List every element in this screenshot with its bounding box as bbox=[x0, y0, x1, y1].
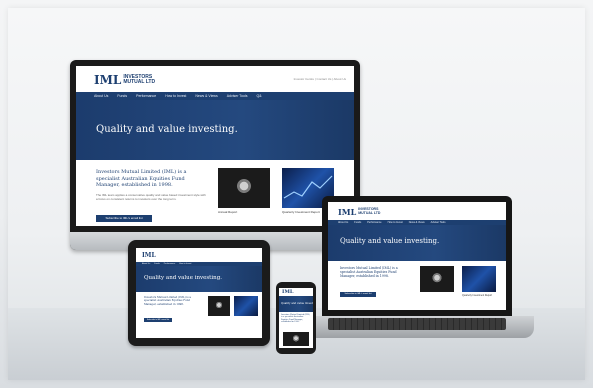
lion-image[interactable] bbox=[218, 168, 270, 208]
tablet-chart-image[interactable] bbox=[234, 296, 258, 316]
desktop-screen: IML INVESTORS MUTUAL LTD Investor Centre… bbox=[76, 66, 354, 226]
tablet-site-header: IML bbox=[136, 248, 262, 262]
laptop-screen: IML INVESTORS MUTUAL LTD About Us Funds … bbox=[328, 202, 506, 310]
laptop-logo[interactable]: IML INVESTORS MUTUAL LTD bbox=[338, 207, 380, 217]
laptop-chart-image[interactable] bbox=[462, 266, 496, 292]
site-logo[interactable]: IML INVESTORS MUTUAL LTD bbox=[94, 73, 155, 87]
tablet-screen: IML About Us Funds Performance How to In… bbox=[136, 248, 262, 338]
phone-site-header: IML bbox=[279, 288, 313, 296]
laptop-keyboard bbox=[328, 318, 506, 330]
tablet-hero: Quality and value investing. bbox=[136, 266, 262, 292]
phone-hero: Quality and value investing. bbox=[279, 296, 313, 312]
logo-mark: IML bbox=[94, 73, 122, 87]
phone: IML Quality and value investing. Investo… bbox=[276, 282, 316, 354]
tablet-logo[interactable]: IML bbox=[142, 252, 156, 259]
nav-item-performance[interactable]: Performance bbox=[136, 94, 156, 98]
laptop-subscribe-button[interactable]: Subscribe to IML's email list bbox=[340, 292, 376, 297]
laptop-lion-image[interactable] bbox=[420, 266, 454, 292]
card-caption-2[interactable]: Quarterly Investment Report bbox=[282, 210, 320, 214]
tablet-lion-image[interactable] bbox=[208, 296, 230, 316]
subscribe-button[interactable]: Subscribe to IML's email list bbox=[96, 215, 152, 222]
card-caption-1[interactable]: Annual Report bbox=[218, 210, 237, 214]
phone-screen: IML Quality and value investing. Investo… bbox=[279, 288, 313, 348]
nav-item-how-to-invest[interactable]: How to Invest bbox=[165, 94, 186, 98]
nav-item-news-views[interactable]: News & Views bbox=[195, 94, 217, 98]
desktop-monitor: IML INVESTORS MUTUAL LTD Investor Centre… bbox=[70, 60, 360, 250]
nav-item-funds[interactable]: Funds bbox=[117, 94, 127, 98]
nav-item-about-us[interactable]: About Us bbox=[94, 94, 108, 98]
intro-body: The IML team applies a conservative qual… bbox=[96, 193, 206, 202]
phone-lion-image[interactable] bbox=[283, 332, 309, 346]
hero-title: Quality and value investing. bbox=[96, 124, 238, 135]
main-nav: About Us Funds Performance How to Invest… bbox=[76, 92, 354, 100]
nav-item-adviser-tools[interactable]: Adviser Tools bbox=[227, 94, 248, 98]
tablet: IML About Us Funds Performance How to In… bbox=[128, 240, 270, 346]
top-links[interactable]: Investor Centre | Contact Us | About Us bbox=[294, 77, 346, 81]
tablet-subscribe-button[interactable]: Subscribe to IML's email list bbox=[144, 318, 172, 322]
logo-text: INVESTORS MUTUAL LTD bbox=[123, 73, 156, 85]
hero-banner: Quality and value investing. bbox=[76, 100, 354, 160]
site-header: IML INVESTORS MUTUAL LTD Investor Centre… bbox=[76, 66, 354, 92]
nav-item-qa[interactable]: Q& bbox=[256, 94, 261, 98]
laptop-site-header: IML INVESTORS MUTUAL LTD bbox=[328, 202, 506, 220]
laptop: IML INVESTORS MUTUAL LTD About Us Funds … bbox=[322, 196, 512, 316]
laptop-hero: Quality and value investing. bbox=[328, 225, 506, 261]
intro-heading: Investors Mutual Limited (IML) is a spec… bbox=[96, 169, 187, 188]
